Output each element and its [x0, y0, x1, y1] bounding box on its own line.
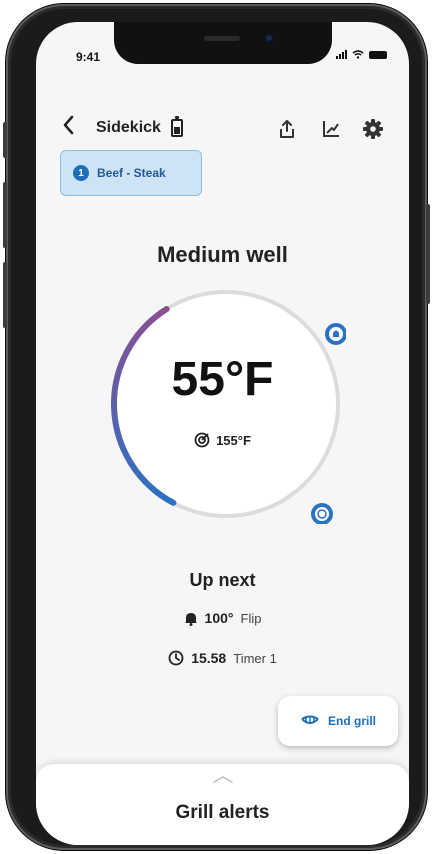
status-time: 9:41: [76, 50, 101, 64]
step-label: Flip: [240, 610, 262, 626]
doneness-label: Medium well: [157, 242, 288, 267]
alert-marker-icon[interactable]: [325, 323, 346, 345]
step-value: 15.58: [191, 650, 227, 666]
up-next-step: 15.58 Timer 1: [36, 650, 409, 666]
target-temperature-row: 155°F: [36, 432, 409, 448]
status-indicators: [336, 50, 387, 59]
target-temperature: 155°F: [216, 432, 251, 448]
share-icon[interactable]: [276, 118, 298, 140]
wifi-icon: [352, 50, 364, 59]
power-button: [426, 204, 430, 304]
up-next-title: Up next: [189, 570, 256, 590]
up-next-step: 100° Flip: [36, 610, 409, 626]
speaker: [204, 36, 240, 41]
target-icon: [194, 432, 210, 448]
current-temperature: 55°F: [171, 353, 274, 406]
end-grill-button[interactable]: End grill: [278, 696, 398, 746]
volume-down-button: [3, 262, 7, 328]
step-label: Timer 1: [233, 650, 277, 666]
back-chevron-icon[interactable]: [62, 114, 76, 136]
phone-frame: 9:41 Sidekick 1 Beef - Steak Medium well…: [3, 4, 430, 850]
notch: [114, 22, 332, 64]
probe-chip-label: Beef - Steak: [97, 166, 166, 180]
grill-alerts-sheet[interactable]: Grill alerts: [36, 764, 409, 845]
app-screen: 9:41 Sidekick 1 Beef - Steak Medium well…: [36, 22, 409, 845]
end-grill-label: End grill: [328, 714, 376, 728]
mute-switch: [3, 122, 7, 158]
battery-status-icon: [369, 50, 387, 59]
device-battery-icon: [170, 116, 183, 137]
grill-icon: [301, 715, 319, 724]
probe-chip[interactable]: 1 Beef - Steak: [60, 150, 202, 196]
page-title: Sidekick: [96, 119, 161, 136]
gear-icon[interactable]: [362, 118, 384, 140]
timer-icon: [168, 650, 184, 666]
chart-icon[interactable]: [320, 118, 342, 140]
front-camera: [264, 33, 274, 43]
signal-icon: [336, 50, 347, 59]
chevron-up-icon[interactable]: [212, 774, 234, 784]
step-value: 100°: [204, 610, 234, 626]
volume-up-button: [3, 182, 7, 248]
header-title-group: Sidekick: [96, 116, 183, 137]
target-marker-icon[interactable]: [311, 503, 333, 524]
probe-number-badge: 1: [73, 165, 89, 181]
bell-icon: [184, 612, 197, 626]
sheet-title: Grill alerts: [175, 802, 270, 823]
